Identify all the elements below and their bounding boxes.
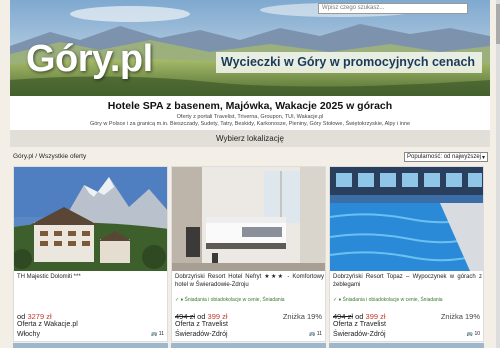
old-price: 494 zł: [333, 312, 354, 321]
hotel-photo: [14, 167, 167, 271]
offer-count: 🚌 11: [309, 331, 322, 337]
price-prefix: od: [17, 312, 26, 321]
scrollbar-thumb[interactable]: [496, 4, 500, 44]
scrollbar[interactable]: [496, 0, 500, 348]
next-card-preview: [13, 343, 168, 348]
offer-price: 494 zł od 399 zł: [175, 312, 228, 321]
offer-location: Świeradów-Zdrój: [175, 331, 228, 338]
location-selector[interactable]: Wybierz lokalizację: [10, 130, 490, 147]
bus-icon: 🚌: [309, 331, 316, 337]
new-price: 3279 zł: [27, 312, 52, 321]
page-header: Hotele SPA z basenem, Majówka, Wakacje 2…: [10, 96, 490, 130]
sort-select[interactable]: Popularność: od najwyższej ▾: [404, 152, 488, 162]
offer-title[interactable]: Dobrzyński Resort Topaz – Wypoczynek w g…: [333, 273, 482, 289]
site-banner: Wpisz czego szukasz... Góry.pl Wycieczki…: [10, 0, 490, 96]
offer-card[interactable]: Dobrzyński Resort Topaz – Wypoczynek w g…: [329, 166, 484, 342]
offer-count: 🚌 10: [467, 331, 480, 337]
offer-note: ✓ ♦ Śniadania i obiadokolacje w cenie, Ś…: [333, 297, 443, 303]
offer-provider: Oferta z Travelist: [333, 321, 386, 328]
offer-provider: Oferta z Wakacje.pl: [17, 321, 78, 328]
offer-note: ✓ ♦ Śniadania i obiadokolacje w cenie, Ś…: [175, 297, 285, 303]
hotel-photo: [172, 167, 325, 271]
offer-title[interactable]: Dobrzyński Resort Hotel Nefryt ★★★ - Kom…: [175, 273, 324, 289]
hotel-photo: [330, 167, 483, 271]
offer-count: 🚌 11: [151, 331, 164, 337]
discount-badge: Zniżka 19%: [440, 312, 480, 321]
offer-location: Świeradów-Zdrój: [333, 331, 386, 338]
site-tagline: Wycieczki w Góry w promocyjnych cenach: [216, 52, 482, 73]
site-logo[interactable]: Góry.pl: [26, 38, 153, 81]
offer-count-value: 11: [316, 331, 322, 337]
offer-title[interactable]: TH Majestic Dolomiti ***: [17, 273, 166, 281]
offer-location: Włochy: [17, 331, 40, 338]
offer-price: od 3279 zł: [17, 312, 52, 321]
offer-card[interactable]: Dobrzyński Resort Hotel Nefryt ★★★ - Kom…: [171, 166, 326, 342]
breadcrumb[interactable]: Góry.pl / Wszystkie oferty: [13, 153, 86, 160]
bus-icon: 🚌: [151, 331, 158, 337]
page-title: Hotele SPA z basenem, Majówka, Wakacje 2…: [107, 100, 393, 112]
chevron-down-icon: ▾: [481, 154, 485, 161]
offer-card[interactable]: TH Majestic Dolomiti *** od 3279 zł Ofer…: [13, 166, 168, 342]
next-card-preview: [171, 343, 326, 348]
page: Wpisz czego szukasz... Góry.pl Wycieczki…: [0, 0, 500, 348]
old-price: 494 zł: [175, 312, 196, 321]
new-price: 399 zł: [365, 312, 386, 321]
regions-text: Góry w Polsce i za granicą m.in. Bieszcz…: [89, 121, 411, 127]
discount-badge: Zniżka 19%: [282, 312, 322, 321]
price-prefix: od: [197, 312, 206, 321]
sort-selected-value: Popularność: od najwyższej: [407, 154, 482, 160]
offer-count-value: 11: [158, 331, 164, 337]
next-card-preview: [329, 343, 484, 348]
offer-price: 494 zł od 399 zł: [333, 312, 386, 321]
page-subtitle: Oferty z portali Travelist, Triverna, Gr…: [176, 114, 324, 120]
search-input[interactable]: Wpisz czego szukasz...: [318, 3, 468, 14]
offer-count-value: 10: [474, 331, 480, 337]
offer-provider: Oferta z Travelist: [175, 321, 228, 328]
new-price: 399 zł: [207, 312, 228, 321]
price-prefix: od: [355, 312, 364, 321]
bus-icon: 🚌: [466, 331, 474, 337]
